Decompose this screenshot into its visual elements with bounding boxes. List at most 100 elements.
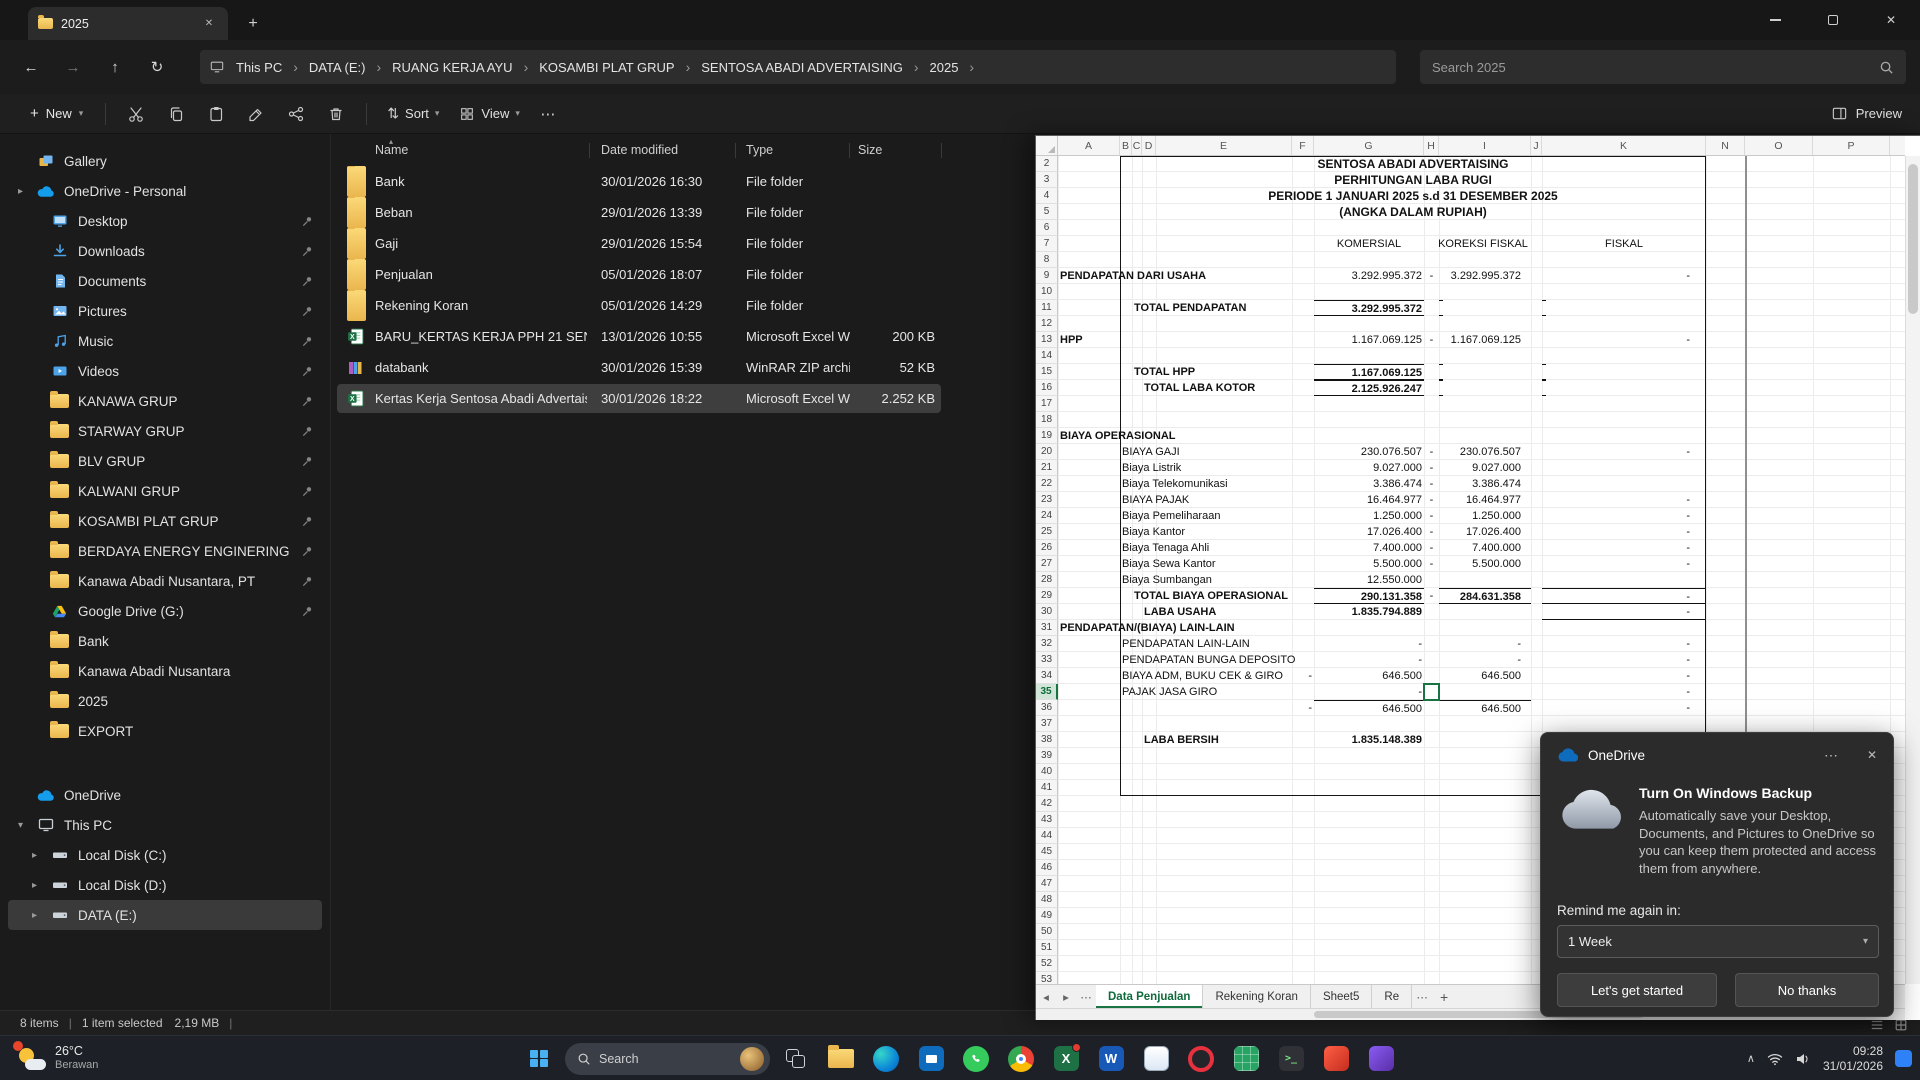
cell-I33[interactable]: -	[1439, 652, 1531, 668]
column-header-E[interactable]: E	[1156, 136, 1292, 156]
cell-K36[interactable]: -	[1542, 700, 1706, 716]
row-header-38[interactable]: 38	[1036, 732, 1058, 748]
cell-B20[interactable]: BIAYA GAJI	[1120, 444, 1182, 460]
refresh-icon[interactable]: ↻	[140, 52, 174, 82]
paste-icon[interactable]	[198, 98, 234, 130]
row-header-41[interactable]: 41	[1036, 780, 1058, 796]
hidden-icons-chevron[interactable]: ∧	[1747, 1052, 1755, 1065]
cell-C29[interactable]: TOTAL BIAYA OPERASIONAL	[1132, 588, 1290, 604]
cell-G7[interactable]: KOMERSIAL	[1314, 236, 1424, 252]
cell-K33[interactable]: -	[1542, 652, 1706, 668]
cell-I24[interactable]: 1.250.000	[1439, 508, 1531, 524]
cell-D30[interactable]: LABA USAHA	[1142, 604, 1218, 620]
cell-G29[interactable]: 290.131.358	[1314, 588, 1424, 604]
cell-G23[interactable]: 16.464.977	[1314, 492, 1424, 508]
sidebar-item-blv-grup[interactable]: BLV GRUP	[8, 446, 322, 476]
row-header-8[interactable]: 8	[1036, 252, 1058, 268]
row-header-33[interactable]: 33	[1036, 652, 1058, 668]
cell-I29[interactable]: 284.631.358	[1439, 588, 1531, 604]
more-options-icon[interactable]: ⋯	[1820, 747, 1842, 764]
cell-B26[interactable]: Biaya Tenaga Ahli	[1120, 540, 1211, 556]
new-button[interactable]: + New ▾	[20, 100, 93, 127]
sidebar-item-kosambi-plat-grup[interactable]: KOSAMBI PLAT GRUP	[8, 506, 322, 536]
cell-G38[interactable]: 1.835.148.389	[1314, 732, 1424, 748]
wifi-icon[interactable]	[1767, 1052, 1783, 1066]
cell-K11[interactable]	[1542, 300, 1546, 316]
copy-icon[interactable]	[158, 98, 194, 130]
column-header-date-modified[interactable]: Date modified	[601, 143, 678, 157]
row-header-50[interactable]: 50	[1036, 924, 1058, 940]
opera-icon[interactable]	[1182, 1040, 1220, 1078]
breadcrumb-item-ruang-kerja-ayu[interactable]: RUANG KERJA AYU	[386, 57, 518, 78]
cell-B32[interactable]: PENDAPATAN LAIN-LAIN	[1120, 636, 1252, 652]
no-thanks-button[interactable]: No thanks	[1735, 973, 1879, 1007]
row-header-14[interactable]: 14	[1036, 348, 1058, 364]
more-options-icon[interactable]: ⋯	[532, 98, 564, 130]
forward-icon[interactable]: →	[56, 52, 90, 82]
cell-B22[interactable]: Biaya Telekomunikasi	[1120, 476, 1230, 492]
cell-G15[interactable]: 1.167.069.125	[1314, 364, 1424, 380]
spreadsheet-icon[interactable]	[1227, 1040, 1265, 1078]
cell-I25[interactable]: 17.026.400	[1439, 524, 1531, 540]
column-header-A[interactable]: A	[1058, 136, 1120, 156]
weather-widget[interactable]: 26°C Berawan	[10, 1041, 104, 1076]
row-header-34[interactable]: 34	[1036, 668, 1058, 684]
sidebar-item-music[interactable]: Music	[8, 326, 322, 356]
row-header-49[interactable]: 49	[1036, 908, 1058, 924]
lets-get-started-button[interactable]: Let's get started	[1557, 973, 1717, 1007]
sidebar-item-local-disk-c[interactable]: ▸Local Disk (C:)	[8, 840, 322, 870]
breadcrumb-item-2025[interactable]: 2025	[924, 57, 965, 78]
cell-H23[interactable]: -	[1424, 492, 1439, 508]
cell-G36[interactable]: 646.500	[1314, 700, 1424, 716]
row-header-18[interactable]: 18	[1036, 412, 1058, 428]
up-icon[interactable]: ↑	[98, 52, 132, 82]
cell-I34[interactable]: 646.500	[1439, 668, 1531, 684]
word-icon[interactable]: W	[1092, 1040, 1130, 1078]
sidebar-item-export[interactable]: EXPORT	[8, 716, 322, 746]
row-header-31[interactable]: 31	[1036, 620, 1058, 636]
cell-I22[interactable]: 3.386.474	[1439, 476, 1531, 492]
cell-I9[interactable]: 3.292.995.372	[1439, 268, 1531, 284]
notepad-icon[interactable]	[1137, 1040, 1175, 1078]
new-tab-button[interactable]: +	[240, 11, 266, 37]
volume-icon[interactable]	[1795, 1052, 1811, 1066]
column-header-name[interactable]: Name▴	[375, 143, 408, 157]
cell-K25[interactable]: -	[1542, 524, 1706, 540]
cell-K35[interactable]: -	[1542, 684, 1706, 700]
cell-A19[interactable]: BIAYA OPERASIONAL	[1058, 428, 1178, 444]
close-button[interactable]: ✕	[1862, 0, 1920, 40]
cell-K15[interactable]	[1542, 364, 1546, 380]
large-icons-view-icon[interactable]	[1894, 1018, 1908, 1032]
cell-A31[interactable]: PENDAPATAN/(BIAYA) LAIN-LAIN	[1058, 620, 1237, 636]
sidebar-item-gallery[interactable]: Gallery	[8, 146, 322, 176]
column-header-J[interactable]: J	[1531, 136, 1542, 156]
cell-G16[interactable]: 2.125.926.247	[1314, 380, 1424, 396]
cell-G28[interactable]: 12.550.000	[1314, 572, 1424, 588]
cell-K32[interactable]: -	[1542, 636, 1706, 652]
cell-G32[interactable]: -	[1314, 636, 1424, 652]
cell-B4[interactable]: PERIODE 1 JANUARI 2025 s.d 31 DESEMBER 2…	[1120, 188, 1706, 204]
row-header-36[interactable]: 36	[1036, 700, 1058, 716]
cell-G11[interactable]: 3.292.995.372	[1314, 300, 1424, 316]
cell-K27[interactable]: -	[1542, 556, 1706, 572]
cell-A9[interactable]: PENDAPATAN DARI USAHA	[1058, 268, 1208, 284]
app-red-icon[interactable]	[1317, 1040, 1355, 1078]
cell-H20[interactable]: -	[1424, 444, 1439, 460]
cell-H27[interactable]: -	[1424, 556, 1439, 572]
cell-K24[interactable]: -	[1542, 508, 1706, 524]
task-view-icon[interactable]	[777, 1040, 815, 1078]
row-header-25[interactable]: 25	[1036, 524, 1058, 540]
column-header-B[interactable]: B	[1120, 136, 1132, 156]
cell-H22[interactable]: -	[1424, 476, 1439, 492]
cell-G24[interactable]: 1.250.000	[1314, 508, 1424, 524]
column-header-G[interactable]: G	[1314, 136, 1424, 156]
cell-A13[interactable]: HPP	[1058, 332, 1085, 348]
column-header-F[interactable]: F	[1292, 136, 1314, 156]
cell-B35[interactable]: PAJAK JASA GIRO	[1120, 684, 1219, 700]
cell-G30[interactable]: 1.835.794.889	[1314, 604, 1424, 620]
add-sheet-icon[interactable]: +	[1432, 985, 1456, 1008]
row-header-45[interactable]: 45	[1036, 844, 1058, 860]
row-header-29[interactable]: 29	[1036, 588, 1058, 604]
sidebar-item-kalwani-grup[interactable]: KALWANI GRUP	[8, 476, 322, 506]
cell-C15[interactable]: TOTAL HPP	[1132, 364, 1197, 380]
